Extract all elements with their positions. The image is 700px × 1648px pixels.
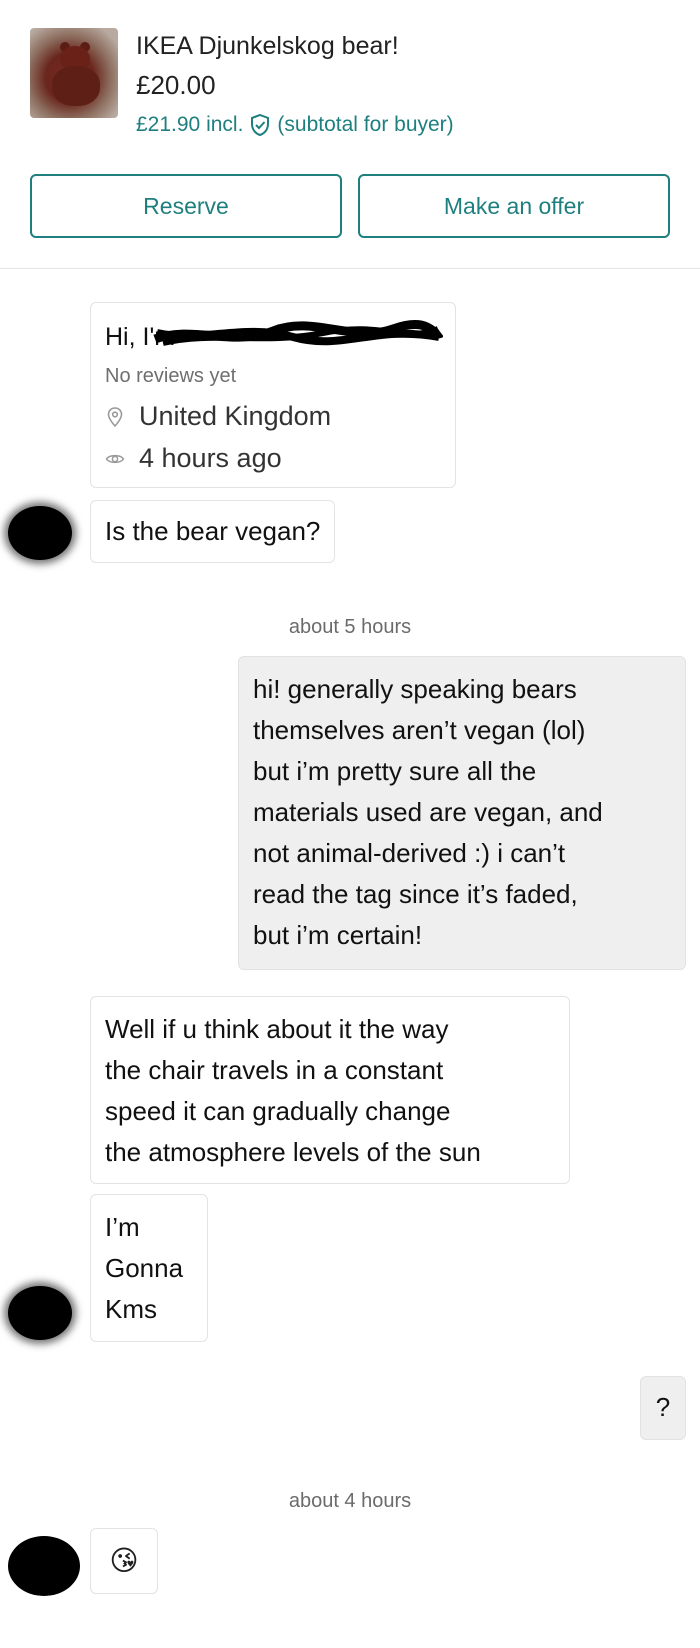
seller-message: ?	[640, 1376, 686, 1440]
bear-body	[52, 66, 100, 106]
message-line: the atmosphere levels of the sun	[105, 1137, 481, 1167]
buyer-message: 😘	[90, 1528, 158, 1594]
message-line: materials used are vegan, and	[253, 797, 603, 827]
profile-location-row: United Kingdom	[105, 401, 331, 432]
profile-last-seen: 4 hours ago	[139, 443, 282, 473]
message-line: Kms	[105, 1294, 157, 1324]
message-line: not animal-derived :) i can’t	[253, 838, 566, 868]
message-line: but i’m pretty sure all the	[253, 756, 537, 786]
buyer-avatar[interactable]	[8, 506, 72, 560]
price-incl: £21.90 incl.	[136, 113, 244, 136]
price-incl-row[interactable]: £21.90 incl. (subtotal for buyer)	[136, 113, 454, 137]
kiss-emoji: 😘	[109, 1545, 139, 1576]
buyer-message: Is the bear vegan?	[90, 500, 336, 563]
message-line: speed it can gradually change	[105, 1096, 451, 1126]
message-line: the chair travels in a constant	[105, 1055, 444, 1085]
message-line: read the tag since it’s faded,	[253, 879, 578, 909]
shield-check-icon	[251, 113, 270, 137]
buyer-avatar[interactable]	[8, 1286, 72, 1340]
message-line: hi! generally speaking bears	[253, 674, 577, 704]
listing-title: IKEA Djunkelskog bear!	[136, 32, 399, 60]
make-offer-button[interactable]: Make an offer	[358, 174, 670, 238]
message-text: ?	[655, 1392, 671, 1422]
buyer-profile-card: Hi, I'm No reviews yet United Kingdom 4 …	[90, 302, 456, 488]
message-line: Gonna	[105, 1253, 184, 1283]
buyer-avatar[interactable]	[8, 1536, 80, 1596]
profile-last-seen-row: 4 hours ago	[105, 443, 282, 474]
message-timestamp: about 4 hours	[288, 1490, 412, 1512]
message-line: themselves aren’t vegan (lol)	[253, 715, 586, 745]
listing-header: IKEA Djunkelskog bear! £20.00 £21.90 inc…	[0, 0, 700, 269]
reviews-status: No reviews yet	[105, 365, 237, 387]
listing-price: £20.00	[136, 70, 216, 100]
buyer-message: Well if u think about it the way the cha…	[90, 996, 570, 1184]
message-line: but i’m certain!	[253, 920, 423, 950]
message-line: Well if u think about it the way	[105, 1014, 449, 1044]
reserve-button[interactable]: Reserve	[30, 174, 342, 238]
message-timestamp: about 5 hours	[288, 616, 412, 638]
redaction-scribble	[153, 320, 443, 346]
seller-message: hi! generally speaking bears themselves …	[238, 656, 686, 970]
eye-icon	[105, 454, 125, 463]
listing-thumbnail[interactable]	[30, 28, 118, 118]
subtotal-note: (subtotal for buyer)	[277, 113, 454, 136]
message-text: Is the bear vegan?	[105, 516, 321, 546]
profile-location: United Kingdom	[139, 401, 332, 431]
message-line: I’m	[105, 1212, 140, 1242]
buyer-message: I’m Gonna Kms	[90, 1194, 208, 1342]
location-pin-icon	[107, 406, 123, 427]
